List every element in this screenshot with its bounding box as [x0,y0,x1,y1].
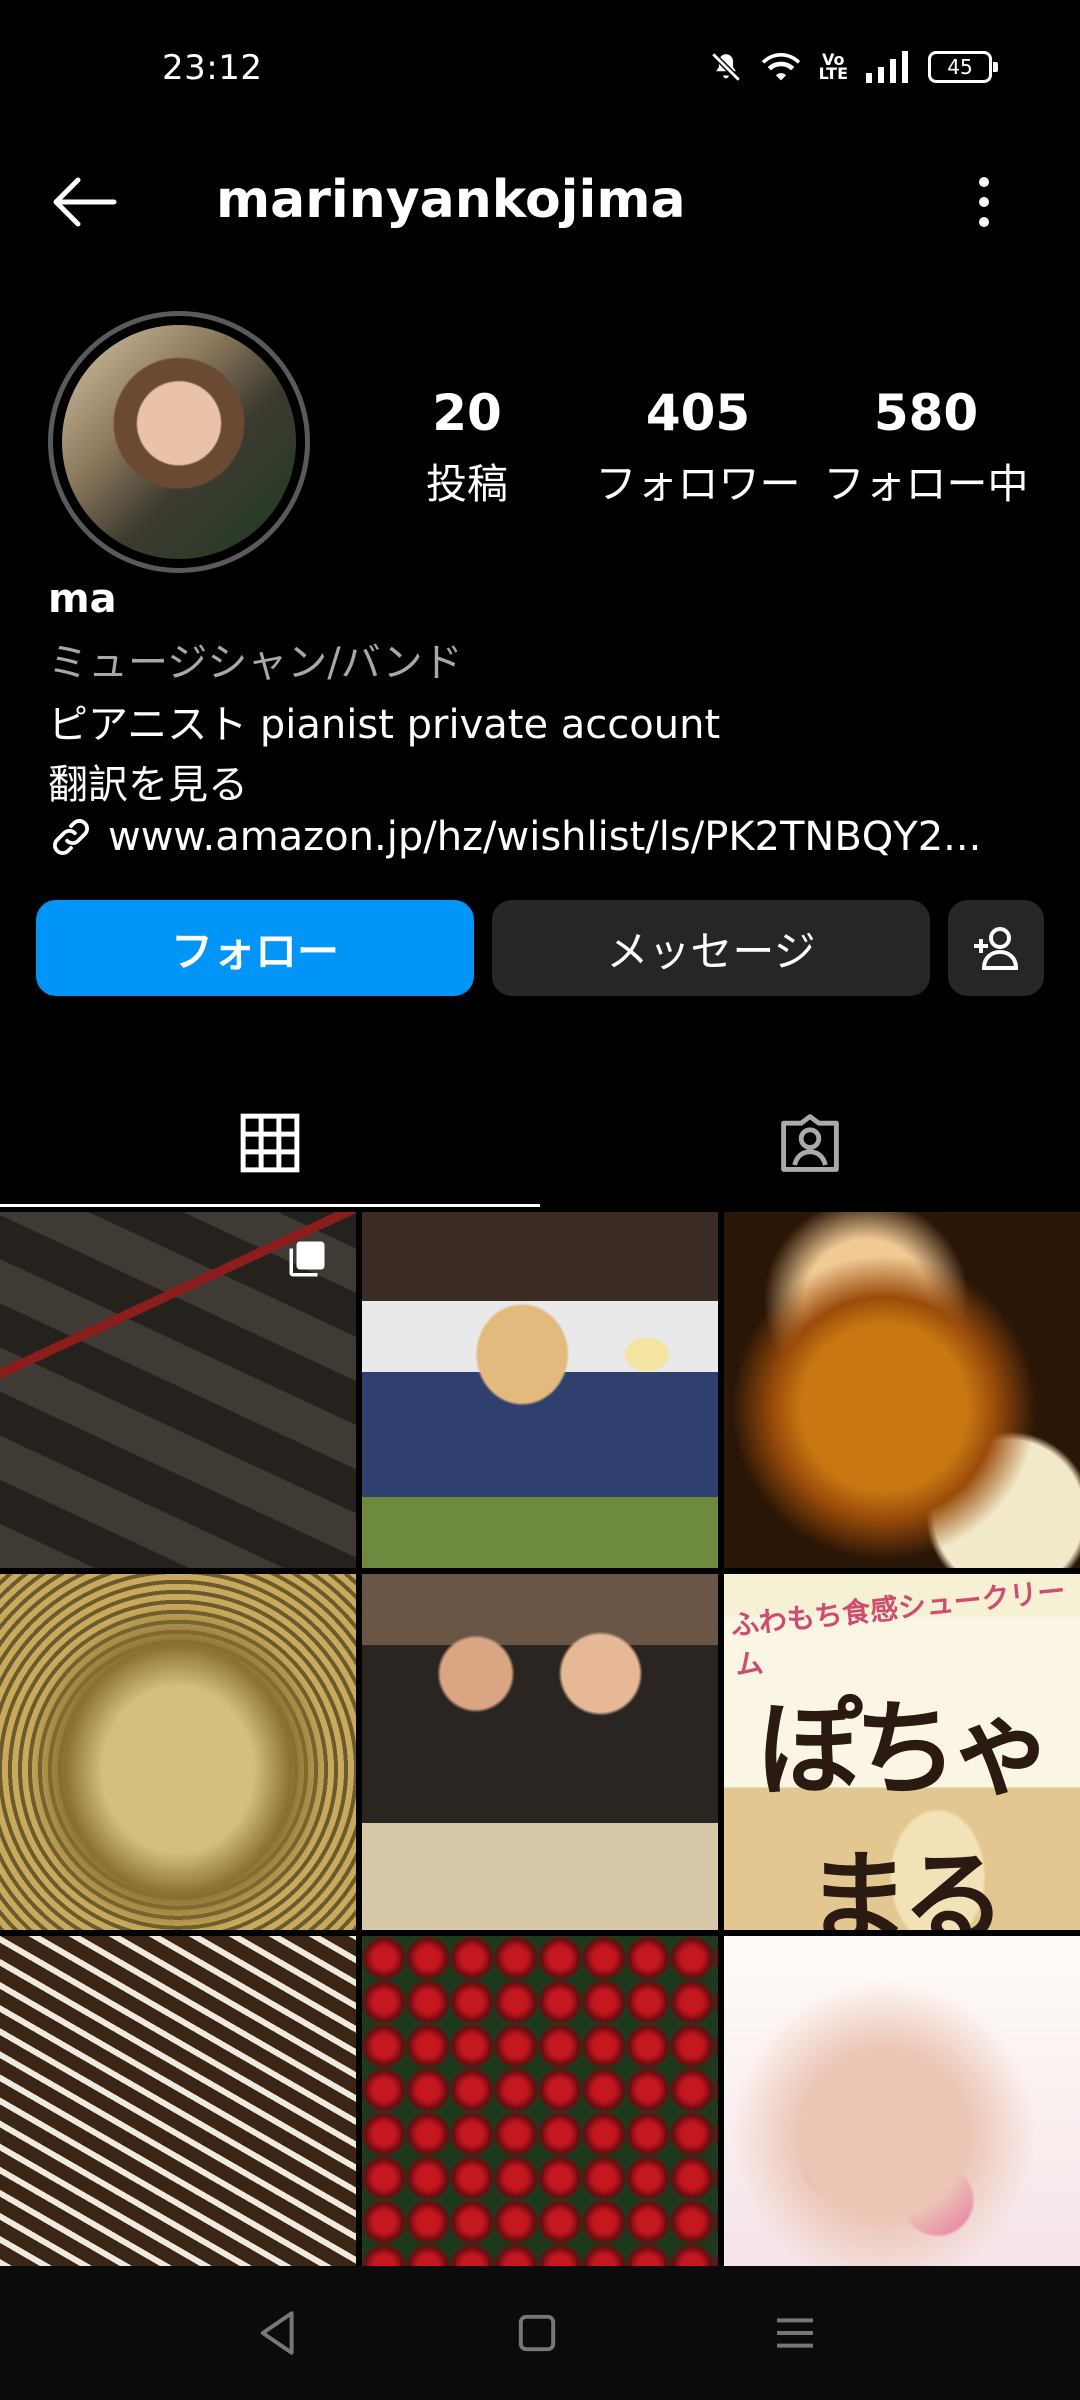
grid-post-3[interactable] [724,1212,1080,1568]
grid-post-4[interactable] [0,1574,356,1930]
grid-post-9[interactable] [724,1936,1080,2266]
stat-followers[interactable]: 405 フォロワー [578,384,818,510]
nav-recents-icon[interactable] [768,2306,822,2360]
tab-tagged[interactable] [540,1080,1080,1206]
following-count: 580 [873,384,979,442]
grid-post-8[interactable] [362,1936,718,2266]
profile-category: ミュージシャン/バンド [48,640,463,686]
translate-link[interactable]: 翻訳を見る [48,752,248,810]
suggest-people-button[interactable] [948,900,1044,996]
following-label: フォロー中 [823,460,1029,508]
nav-back-icon[interactable] [252,2306,306,2360]
avatar[interactable] [62,325,296,559]
more-vertical-icon[interactable] [964,172,1004,232]
profile-bio: ピアニスト pianist private account [48,702,721,748]
followers-label: フォロワー [595,460,801,508]
posts-count: 20 [432,384,502,442]
volte-icon: Vo LTE [818,50,848,83]
battery-icon: 45 [928,51,998,83]
followers-count: 405 [645,384,751,442]
status-time: 23:12 [162,48,263,88]
display-name: ma [48,576,117,622]
grid-post-6[interactable]: ふわもち食感シュークリーム ぽちゃまる [724,1574,1080,1930]
back-arrow-icon[interactable] [48,172,118,232]
signal-icon [866,51,908,83]
follow-button[interactable]: フォロー [36,900,474,996]
profile-username: marinyankojima [216,170,686,230]
grid-post-1[interactable] [0,1212,356,1568]
tab-posts-grid[interactable] [0,1080,540,1206]
nav-home-icon[interactable] [510,2306,564,2360]
tagged-icon [781,1114,839,1172]
link-icon [53,819,89,855]
add-person-icon [974,927,1019,970]
stat-posts: 20 投稿 [347,384,587,510]
mute-icon [710,52,741,82]
stat-following[interactable]: 580 フォロー中 [806,384,1046,510]
wifi-icon [761,53,800,81]
profile-link[interactable]: www.amazon.jp/hz/wishlist/ls/PK2TNBQY2..… [48,814,981,860]
posts-label: 投稿 [426,460,508,508]
grid-icon [240,1113,300,1173]
status-icons: Vo LTE 45 [709,50,998,84]
post-6-caption-main: ぽちゃまる [757,1688,1054,1930]
active-tab-indicator [0,1204,540,1207]
link-text: www.amazon.jp/hz/wishlist/ls/PK2TNBQY2..… [108,814,982,860]
message-button[interactable]: メッセージ [492,900,930,996]
grid-post-5[interactable] [362,1574,718,1930]
grid-post-2[interactable] [362,1212,718,1568]
battery-level: 45 [947,55,973,79]
multiple-photos-icon [289,1241,325,1277]
grid-post-7[interactable] [0,1936,356,2266]
